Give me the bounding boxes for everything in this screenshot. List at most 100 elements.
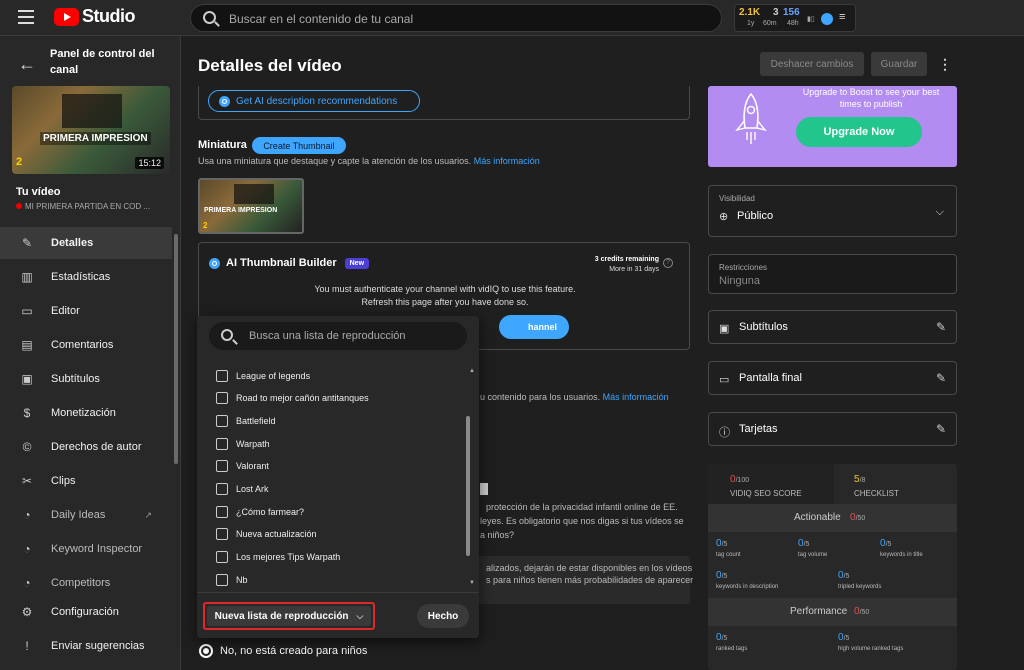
create-thumbnail-button[interactable]: Create Thumbnail [252, 137, 346, 154]
channel-dashboard-link[interactable]: Panel de control del canal [50, 46, 170, 78]
metric-tag-volume: 0/5 [798, 538, 809, 549]
video-thumbnail[interactable]: PRIMERA IMPRESION 2 15:12 [12, 86, 170, 174]
sidebar-item-sugerencias[interactable]: ! Enviar sugerencias [0, 630, 172, 662]
info-icon[interactable]: ? [663, 258, 673, 268]
vidiq-menu-icon[interactable]: ≡ [839, 11, 845, 23]
authenticate-channel-button[interactable]: hannel [499, 315, 569, 339]
done-button[interactable]: Hecho [417, 604, 469, 628]
checkbox[interactable] [216, 574, 228, 586]
youtube-logo-icon[interactable] [54, 8, 79, 26]
playlist-item[interactable]: Battlefield [216, 414, 276, 428]
scroll-up-arrow-icon[interactable]: ▲ [469, 368, 475, 374]
sidebar-item-derechos[interactable]: © Derechos de autor [0, 431, 172, 463]
studio-logo-text[interactable]: Studio [82, 6, 136, 27]
pencil-icon[interactable]: ✎ [936, 422, 946, 436]
checkbox[interactable] [216, 460, 228, 472]
sidebar-item-comentarios[interactable]: ▤ Comentarios [0, 329, 172, 361]
checkbox[interactable] [216, 506, 228, 518]
vidiq-stat-3-value: 156 [783, 7, 800, 18]
chevron-down-icon: ⌵ [935, 206, 944, 218]
not-for-kids-label[interactable]: No, no está creado para niños [220, 645, 367, 657]
playlist-item[interactable]: League of legends [216, 369, 310, 383]
sidebar-item-daily-ideas[interactable]: ◔ Daily Ideas ↗ [0, 499, 172, 531]
thumbnail-section-title: Miniatura [198, 139, 247, 151]
vidiq-seo-panel: 0/100 VIDIQ SEO SCORE 5/8 CHECKLIST Acti… [708, 464, 957, 670]
playlist-item[interactable]: Valorant [216, 459, 269, 473]
sidebar-item-label: Keyword Inspector [51, 543, 143, 555]
thumbnail-caption: PRIMERA IMPRESION [204, 207, 278, 214]
sidebar-item-configuracion[interactable]: ⚙ Configuración [0, 596, 172, 628]
playlist-search-placeholder: Busca una lista de reproducción [249, 330, 406, 342]
sidebar-item-editor[interactable]: ▭ Editor [0, 295, 172, 327]
end-screen-card[interactable]: ▭ Pantalla final ✎ [708, 361, 957, 395]
page-title: Detalles del vídeo [198, 56, 342, 75]
playlist-item[interactable]: Warpath [216, 437, 270, 451]
sidebar-item-estadisticas[interactable]: ▥ Estadísticas [0, 261, 172, 293]
playlist-item[interactable]: Nb [216, 573, 248, 587]
subtitles-card[interactable]: ▣ Subtítulos ✎ [708, 310, 957, 344]
checklist-score[interactable]: 5/8 [854, 474, 865, 485]
ai-description-button[interactable]: Get AI description recommendations [208, 90, 420, 112]
more-options-icon[interactable]: ⋮ [938, 56, 952, 73]
metric-max: /5 [885, 541, 892, 548]
selected-thumbnail[interactable]: PRIMERA IMPRESION 2 [198, 178, 304, 234]
analytics-icon: ▥ [21, 270, 33, 284]
checkbox[interactable] [216, 415, 228, 427]
checkbox[interactable] [216, 551, 228, 563]
save-button[interactable]: Guardar [871, 52, 927, 76]
search-icon [221, 329, 233, 341]
sidebar-item-competitors[interactable]: ◔ Competitors [0, 567, 172, 599]
vidiq-stats-widget[interactable]: 2.1K 1y 3 60m 156 48h ▮▯ ≡ [734, 4, 856, 32]
vidiq-icon [209, 257, 220, 269]
playlist-item[interactable]: Nueva actualización [216, 527, 317, 541]
globe-icon: ⊕ [719, 211, 729, 223]
checkbox[interactable] [216, 370, 228, 382]
not-for-kids-radio[interactable] [199, 644, 213, 658]
sidebar-item-detalles[interactable]: ✎ Detalles [0, 227, 172, 259]
actionable-score: 0/50 [850, 512, 865, 523]
upgrade-now-button[interactable]: Upgrade Now [796, 117, 922, 147]
pencil-icon[interactable]: ✎ [936, 320, 946, 334]
playlist-scrollbar[interactable] [466, 416, 470, 556]
thumbnail-description-text: Usa una miniatura que destaque y capte l… [198, 156, 472, 166]
sidebar-item-keyword-inspector[interactable]: ◔ Keyword Inspector [0, 533, 172, 565]
sidebar-scrollbar[interactable] [174, 234, 178, 464]
thumbnail-description: Usa una miniatura que destaque y capte l… [198, 156, 540, 166]
more-info-link-2[interactable]: Más información [603, 392, 669, 402]
video-name[interactable]: MI PRIMERA PARTIDA EN COD ... [16, 202, 150, 211]
checkbox[interactable] [216, 392, 228, 404]
metric-label: tag volume [798, 552, 828, 558]
subtitles-icon: ▣ [719, 323, 730, 335]
checkbox[interactable] [216, 438, 228, 450]
playlist-item-label: League of legends [236, 371, 311, 381]
more-info-link[interactable]: Más información [474, 156, 540, 166]
playlist-item[interactable]: Road to mejor cañón antitanques [216, 391, 369, 405]
thumbnail-number: 2 [203, 221, 208, 230]
playlist-item-label: Road to mejor cañón antitanques [236, 393, 369, 403]
pencil-icon[interactable]: ✎ [936, 371, 946, 385]
playlist-item[interactable]: ¿Cómo farmear? [216, 505, 304, 519]
sidebar-item-subtitulos[interactable]: ▣ Subtítulos [0, 363, 172, 395]
playlist-item[interactable]: Los mejores Tips Warpath [216, 550, 340, 564]
playlist-search-input[interactable]: Busca una lista de reproducción [209, 322, 467, 350]
checkbox[interactable] [216, 528, 228, 540]
hamburger-menu-icon[interactable] [18, 10, 34, 24]
visibility-selector[interactable]: Visibilidad ⊕ Público ⌵ [708, 185, 957, 237]
new-playlist-button[interactable]: Nueva lista de reproducción ⌵ [203, 602, 375, 630]
undo-changes-button[interactable]: Deshacer cambios [760, 52, 864, 76]
sidebar-item-clips[interactable]: ✂ Clips [0, 465, 172, 497]
checkbox[interactable] [216, 483, 228, 495]
restrictions-caption: Restricciones [719, 263, 768, 272]
seo-score-tab[interactable] [708, 464, 834, 504]
channel-search-input[interactable]: Buscar en el contenido de tu canal [190, 4, 722, 32]
back-arrow-icon[interactable]: ← [18, 54, 36, 75]
sidebar-item-monetizacion[interactable]: $ Monetización [0, 397, 172, 429]
vidiq-icon: ◔ [23, 508, 31, 522]
cards-card[interactable]: ⓘ Tarjetas ✎ [708, 412, 957, 446]
scroll-down-arrow-icon[interactable]: ▼ [469, 580, 475, 586]
metric-max: /5 [803, 541, 810, 548]
playlist-item[interactable]: Lost Ark [216, 482, 269, 496]
vidiq-logo-icon[interactable] [821, 13, 833, 25]
kids-info-link[interactable]: a niños? [480, 530, 514, 540]
sidebar-item-label: Enviar sugerencias [51, 640, 145, 652]
